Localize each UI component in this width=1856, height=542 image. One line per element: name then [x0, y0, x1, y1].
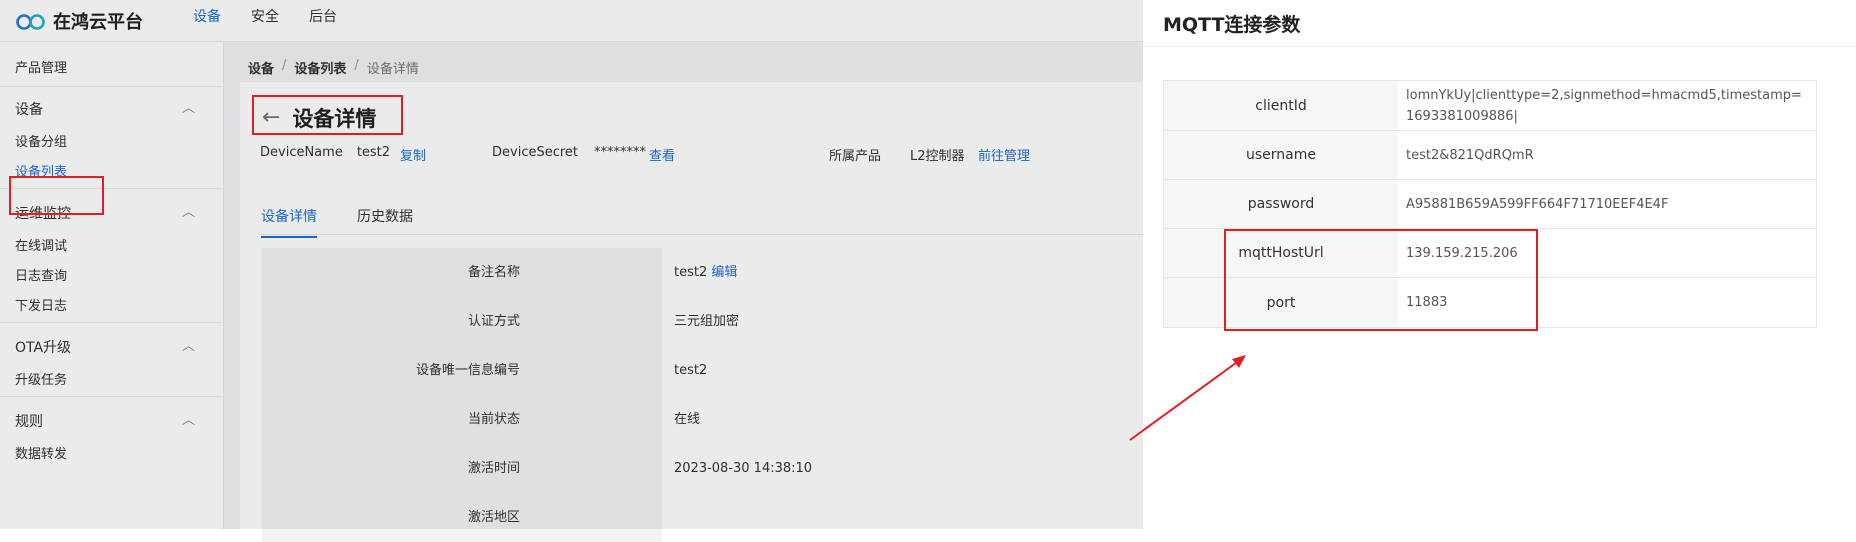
drawer-mask[interactable] [0, 0, 1143, 529]
param-label: clientId [1164, 81, 1398, 130]
annotation-box-host-port [1224, 229, 1538, 331]
annotation-box-title [252, 95, 403, 135]
annotation-box-device-list [9, 176, 104, 215]
table-row: clientId lomnYkUy|clienttype=2,signmetho… [1164, 81, 1816, 131]
param-label: username [1164, 131, 1398, 179]
param-value: lomnYkUy|clienttype=2,signmethod=hmacmd5… [1406, 87, 1802, 124]
table-row: password A95881B659A599FF664F71710EEF4E4… [1164, 180, 1816, 229]
param-label: password [1164, 180, 1398, 228]
table-row: username test2&821QdRQmR [1164, 131, 1816, 180]
param-value: test2&821QdRQmR [1406, 147, 1534, 163]
param-value: A95881B659A599FF664F71710EEF4E4F [1406, 196, 1669, 212]
drawer-title: MQTT连接参数 [1163, 14, 1301, 36]
annotation-arrow-icon [1129, 355, 1246, 441]
app-window: 在鸿云平台 设备 安全 后台 产品管理 设备 ︿ 设备分组 设备列表 运维监控 … [0, 0, 1856, 542]
drawer-divider [1143, 46, 1856, 47]
